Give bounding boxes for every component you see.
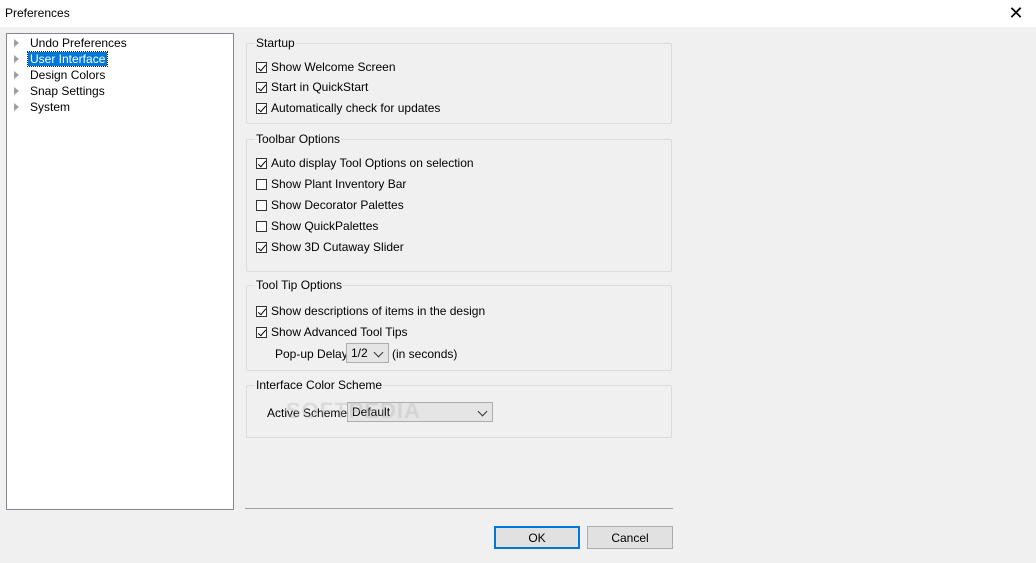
group-title: Toolbar Options (255, 132, 342, 146)
window-title: Preferences (5, 6, 70, 20)
checkbox-icon[interactable] (256, 157, 267, 169)
watermark: SOFTPEDIA (286, 398, 421, 423)
popup-delay-select[interactable]: 1/2 (346, 343, 389, 363)
popup-delay-unit: (in seconds) (392, 347, 458, 361)
show-decorator-palettes-checkbox[interactable]: Show Decorator Palettes (256, 197, 404, 213)
show-advanced-tool-tips-checkbox[interactable]: Show Advanced Tool Tips (256, 324, 408, 340)
check-updates-checkbox[interactable]: Automatically check for updates (256, 100, 440, 116)
tooltip-options-group: Tool Tip Options Show descriptions of it… (246, 278, 672, 371)
checkbox-icon[interactable] (256, 241, 267, 253)
checkbox-label: Show Plant Inventory Bar (271, 177, 407, 191)
checkbox-label: Show Welcome Screen (271, 60, 396, 74)
checkbox-label: Show Advanced Tool Tips (271, 325, 408, 339)
checkbox-icon[interactable] (256, 220, 267, 232)
tree-item-label: Design Colors (30, 68, 106, 82)
category-tree[interactable]: Undo Preferences User Interface Design C… (6, 33, 234, 510)
chevron-down-icon (477, 406, 488, 417)
checkbox-label: Show QuickPalettes (271, 219, 379, 233)
title-bar: Preferences ✕ (0, 0, 1036, 27)
cancel-button[interactable]: Cancel (587, 526, 673, 549)
checkbox-icon[interactable] (256, 199, 267, 211)
ok-button[interactable]: OK (494, 526, 580, 549)
checkbox-icon[interactable] (256, 326, 267, 338)
start-in-quickstart-checkbox[interactable]: Start in QuickStart (256, 79, 368, 95)
toolbar-options-group: Toolbar Options Auto display Tool Option… (246, 132, 672, 272)
checkbox-label: Show Decorator Palettes (271, 198, 404, 212)
group-title: Tool Tip Options (255, 278, 344, 292)
show-quickpalettes-checkbox[interactable]: Show QuickPalettes (256, 218, 378, 234)
auto-display-tool-options-checkbox[interactable]: Auto display Tool Options on selection (256, 155, 474, 171)
close-button[interactable]: ✕ (996, 0, 1036, 26)
checkbox-icon[interactable] (256, 178, 267, 190)
checkbox-label: Automatically check for updates (271, 101, 441, 115)
checkbox-label: Show 3D Cutaway Slider (271, 240, 404, 254)
popup-delay-value: 1/2 (351, 346, 368, 360)
popup-delay-label: Pop-up Delay: (275, 347, 352, 361)
tree-item-label: Undo Preferences (30, 36, 127, 50)
show-3d-cutaway-slider-checkbox[interactable]: Show 3D Cutaway Slider (256, 239, 404, 255)
tree-item-label: Snap Settings (30, 84, 105, 98)
expand-arrow-icon[interactable] (14, 103, 19, 111)
show-plant-inventory-bar-checkbox[interactable]: Show Plant Inventory Bar (256, 176, 406, 192)
expand-arrow-icon[interactable] (14, 39, 19, 47)
expand-arrow-icon[interactable] (14, 87, 19, 95)
checkbox-icon[interactable] (256, 81, 267, 93)
checkbox-icon[interactable] (256, 305, 267, 317)
group-title: Startup (255, 36, 296, 50)
tree-item-snap-settings[interactable]: Snap Settings (11, 83, 107, 99)
show-item-descriptions-checkbox[interactable]: Show descriptions of items in the design (256, 303, 485, 319)
tree-item-undo-preferences[interactable]: Undo Preferences (11, 35, 129, 51)
group-title: Interface Color Scheme (255, 378, 384, 392)
checkbox-label: Auto display Tool Options on selection (271, 156, 474, 170)
tree-item-design-colors[interactable]: Design Colors (11, 67, 107, 83)
checkbox-label: Start in QuickStart (271, 80, 369, 94)
tree-item-user-interface[interactable]: User Interface (11, 51, 109, 67)
expand-arrow-icon[interactable] (14, 55, 19, 63)
startup-group: Startup Show Welcome Screen Start in Qui… (246, 36, 672, 124)
show-welcome-screen-checkbox[interactable]: Show Welcome Screen (256, 59, 396, 75)
chevron-down-icon (373, 347, 384, 358)
expand-arrow-icon[interactable] (14, 71, 19, 79)
checkbox-label: Show descriptions of items in the design (271, 304, 486, 318)
tree-item-system[interactable]: System (11, 99, 72, 115)
tree-item-label: System (30, 100, 71, 114)
separator (245, 508, 673, 509)
tree-item-label: User Interface (26, 51, 109, 67)
checkbox-icon[interactable] (256, 61, 267, 73)
checkbox-icon[interactable] (256, 102, 267, 114)
